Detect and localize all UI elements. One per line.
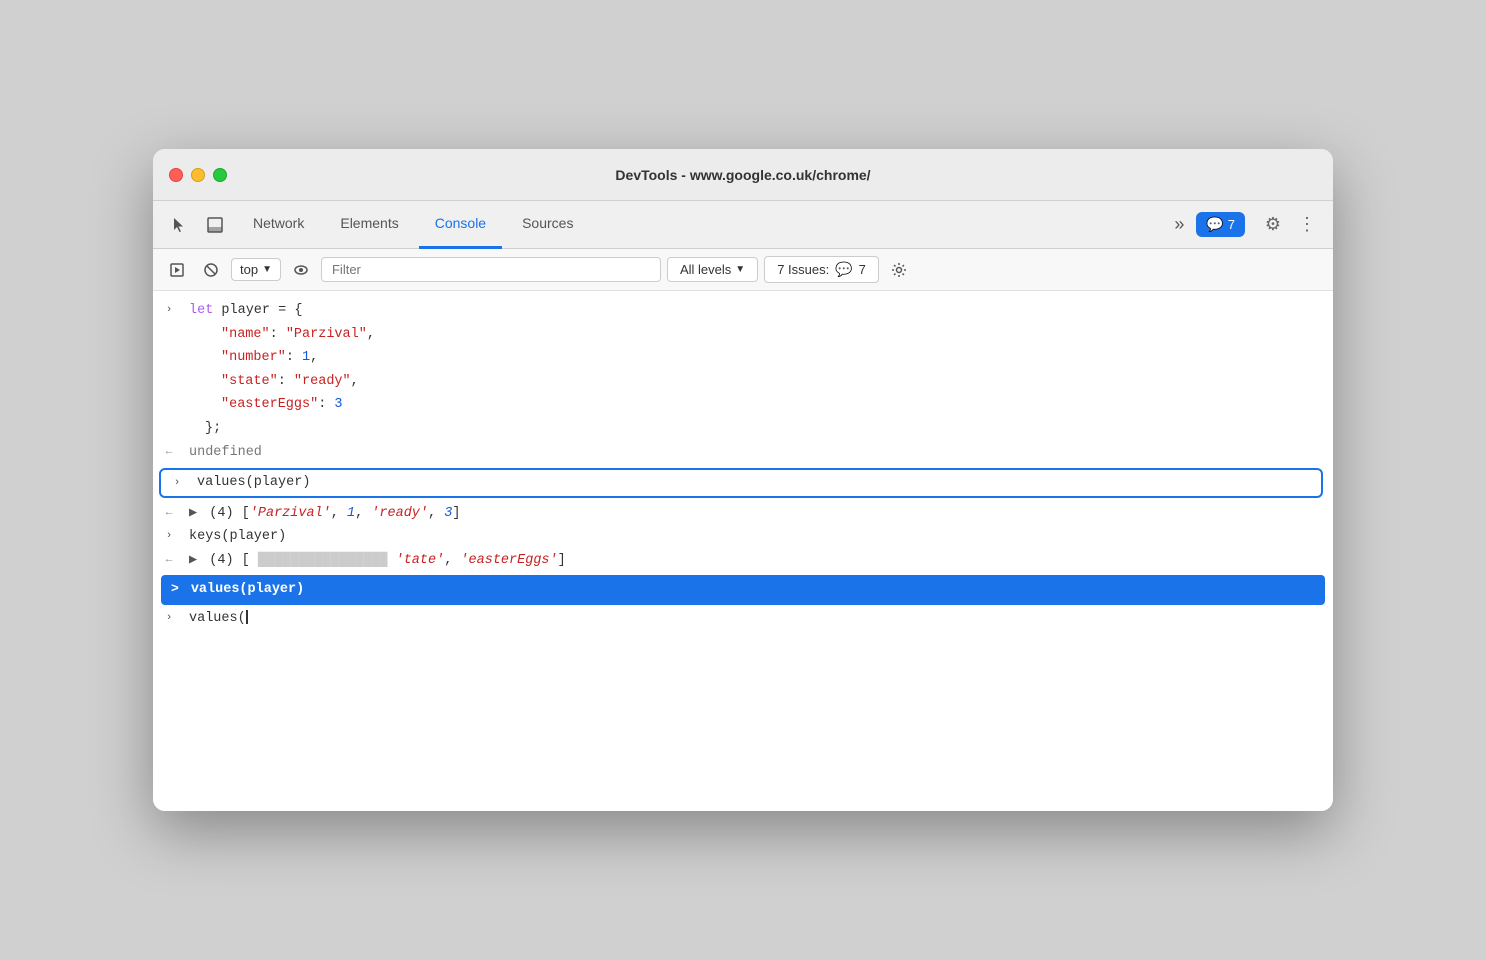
tab-sources[interactable]: Sources [506, 201, 589, 249]
minimize-button[interactable] [191, 168, 205, 182]
line-gutter: › [153, 608, 185, 628]
expand-arrow[interactable]: › [174, 475, 181, 493]
line-content: undefined [185, 442, 1323, 464]
tab-network[interactable]: Network [237, 201, 320, 249]
line-gutter: › [153, 300, 185, 320]
expand-arrow[interactable]: › [166, 302, 173, 320]
line-gutter: ← [153, 442, 185, 462]
console-line-output: ← undefined [153, 441, 1333, 465]
issues-badge[interactable]: 💬 7 [1196, 212, 1245, 237]
tabbar: Network Elements Console Sources » 💬 7 ⚙… [153, 201, 1333, 249]
devtools-window: DevTools - www.google.co.uk/chrome/ Netw… [153, 149, 1333, 811]
text-cursor [246, 610, 248, 624]
input-text: values( [189, 611, 246, 626]
line-content: let player = { [185, 300, 1323, 322]
window-title: DevTools - www.google.co.uk/chrome/ [615, 167, 870, 183]
console-settings-button[interactable] [885, 256, 913, 284]
traffic-lights [169, 168, 227, 182]
line-gutter [153, 324, 185, 326]
line-content: values(player) [193, 472, 1321, 494]
filter-input[interactable] [321, 257, 661, 282]
tab-console[interactable]: Console [419, 201, 502, 249]
clear-console-button[interactable] [197, 256, 225, 284]
titlebar: DevTools - www.google.co.uk/chrome/ [153, 149, 1333, 201]
tab-elements[interactable]: Elements [324, 201, 414, 249]
expand-array-arrow[interactable]: ▶ [189, 553, 197, 568]
line-content: ▶ (4) [ ████████████████ 'tate', 'easter… [185, 550, 1323, 572]
autocomplete-arrow: > [171, 579, 179, 600]
keyword-let: let [189, 303, 221, 318]
console-line: › let player = { [153, 299, 1333, 323]
autocomplete-text: values(player) [191, 579, 304, 601]
line-content: }; [185, 418, 1323, 440]
close-button[interactable] [169, 168, 183, 182]
issues-button[interactable]: 7 Issues: 💬 7 [764, 256, 879, 283]
console-line-output: ← ▶ (4) ['Parzival', 1, 'ready', 3] [153, 502, 1333, 526]
autocomplete-suggestion[interactable]: > values(player) [161, 575, 1325, 605]
function-call: values(player) [197, 475, 310, 490]
expand-array-arrow[interactable]: ▶ [189, 506, 197, 521]
console-line: "easterEggs": 3 [153, 393, 1333, 417]
maximize-button[interactable] [213, 168, 227, 182]
console-line: "number": 1, [153, 346, 1333, 370]
undefined-value: undefined [189, 445, 262, 460]
line-gutter: › [161, 473, 193, 493]
line-gutter: › [153, 526, 185, 546]
context-label: top [240, 262, 258, 277]
function-call: keys(player) [189, 529, 286, 544]
console-line: "state": "ready", [153, 370, 1333, 394]
more-tabs-button[interactable]: » [1166, 214, 1192, 235]
console-input-line: › values( [153, 607, 1333, 631]
menu-button[interactable]: ⋮ [1293, 211, 1321, 239]
console-line: }; [153, 417, 1333, 441]
line-content: values( [185, 608, 1323, 630]
expand-arrow[interactable]: › [166, 610, 173, 628]
context-dropdown-icon: ▼ [262, 264, 272, 275]
line-content: "number": 1, [185, 347, 1323, 369]
line-gutter [153, 347, 185, 349]
line-gutter [153, 418, 185, 420]
levels-dropdown-icon: ▼ [735, 264, 745, 275]
line-content: "easterEggs": 3 [185, 394, 1323, 416]
console-line-partial: ← ▶ (4) [ ████████████████ 'tate', 'east… [153, 549, 1333, 573]
line-content: "name": "Parzival", [185, 324, 1323, 346]
output-arrow: ← [166, 552, 173, 570]
console-line: "name": "Parzival", [153, 323, 1333, 347]
output-arrow: ← [166, 444, 173, 462]
line-gutter: ← [153, 503, 185, 523]
eye-button[interactable] [287, 256, 315, 284]
dock-icon[interactable] [201, 211, 229, 239]
settings-button[interactable]: ⚙ [1257, 209, 1289, 241]
var-name: player = { [221, 303, 302, 318]
highlighted-input-line: › values(player) [159, 468, 1323, 498]
console-line: › keys(player) [153, 525, 1333, 549]
console-output: › let player = { "name": "Parzival", "nu… [153, 291, 1333, 811]
output-arrow: ← [166, 505, 173, 523]
line-gutter [153, 371, 185, 373]
code-str: "name" [221, 327, 270, 342]
line-content: keys(player) [185, 526, 1323, 548]
cursor-tool-icon[interactable] [165, 211, 193, 239]
line-content: "state": "ready", [185, 371, 1323, 393]
issues-count-icon: 💬 [835, 261, 852, 278]
run-script-button[interactable] [163, 256, 191, 284]
console-toolbar: top ▼ All levels ▼ 7 Issues: 💬 7 [153, 249, 1333, 291]
log-levels-button[interactable]: All levels ▼ [667, 257, 758, 282]
issues-chat-icon: 💬 [1206, 216, 1223, 233]
partial-output-container: ← ▶ (4) [ ████████████████ 'tate', 'east… [153, 549, 1333, 605]
context-selector[interactable]: top ▼ [231, 258, 281, 281]
expand-arrow[interactable]: › [166, 528, 173, 546]
line-content: ▶ (4) ['Parzival', 1, 'ready', 3] [185, 503, 1323, 525]
line-gutter [153, 394, 185, 396]
line-gutter: ← [153, 550, 185, 570]
